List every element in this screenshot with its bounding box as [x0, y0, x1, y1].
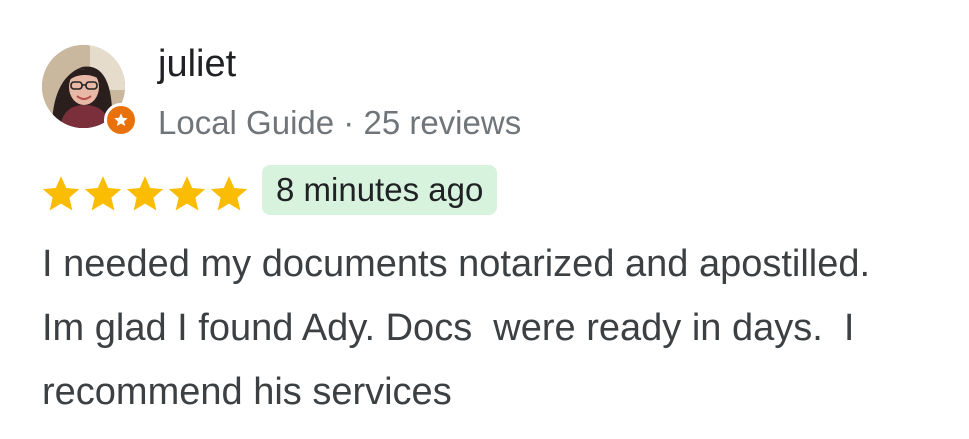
star-rating — [40, 173, 250, 215]
reviewer-meta: Local Guide · 25 reviews — [158, 103, 521, 143]
local-guide-star-badge-icon — [104, 103, 138, 137]
reviewer-name[interactable]: juliet — [158, 41, 236, 87]
star-icon — [210, 176, 248, 211]
review-line: I needed my documents notarized and apos… — [42, 243, 871, 285]
reviewer-avatar[interactable] — [42, 45, 138, 137]
star-icon — [168, 176, 206, 211]
review-line: recommend his services — [42, 371, 452, 413]
local-guide-label: Local Guide — [158, 104, 335, 141]
review-text: I needed my documents notarized and apos… — [42, 232, 952, 424]
meta-separator: · — [343, 104, 355, 141]
star-icon — [126, 176, 164, 211]
review-count: 25 reviews — [363, 104, 522, 141]
star-icon — [84, 176, 122, 211]
review-line: Im glad I found Ady. Docs were ready in … — [42, 307, 855, 349]
star-icon — [42, 176, 80, 211]
review-time-badge: 8 minutes ago — [262, 165, 498, 215]
